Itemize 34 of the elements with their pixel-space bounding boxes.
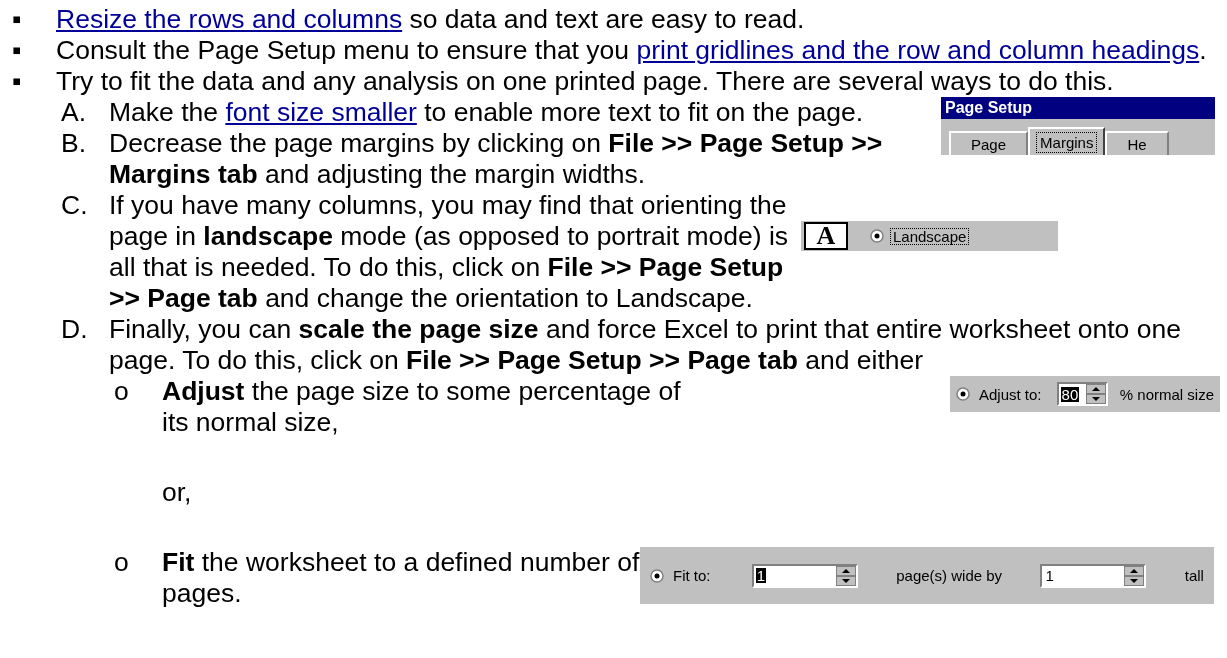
instruction-text: Resize the rows and columns so data and text are easy to read. — [56, 4, 806, 35]
link[interactable]: Resize the rows and columns — [56, 4, 403, 34]
page-orientation-icon: A — [804, 222, 848, 250]
bullet-marker: ▪ — [12, 35, 23, 66]
bullet-marker: ▪ — [12, 4, 23, 35]
option-label: tall — [1184, 568, 1204, 583]
instruction-text: Adjust the page size to some percentage of its normal size, — [162, 376, 682, 438]
dialog-tab[interactable]: He — [1105, 131, 1169, 155]
instruction-text: If you have many columns, you may find that orienting the page in landscape mode (as opposed to portrait mode) is all that is needed. To do this, click on File >> Page Setup >> Page tab and change the orientation to Landscape. — [109, 190, 790, 314]
instruction-text: Make the font size smaller to enable more text to fit on the page. — [109, 97, 865, 128]
radio-option[interactable]: Adjust to: — [956, 385, 1045, 403]
radio-icon — [650, 568, 664, 583]
instruction-text: or, — [162, 477, 193, 508]
link[interactable]: font size smaller — [225, 97, 417, 127]
radio-icon — [956, 387, 970, 401]
instruction-text: Fit the worksheet to a defined number of pages. — [162, 547, 640, 609]
instruction-text: Decrease the page margins by clicking on File >> Page Setup >> Margins tab and adjusting the margin widths. — [109, 128, 884, 190]
dialog-title: Page Setup — [945, 100, 1033, 116]
instruction-text: Consult the Page Setup menu to ensure that you print gridlines and the row and column headings. — [56, 35, 1208, 66]
option-label: page(s) wide by — [896, 568, 1003, 583]
list-label: C. — [61, 190, 89, 221]
link[interactable]: print gridlines and the row and column headings — [636, 35, 1200, 65]
list-label: D. — [61, 314, 89, 345]
bullet-marker: ▪ — [12, 66, 23, 97]
option-label: % normal size — [1119, 386, 1214, 402]
instruction-text: Try to fit the data and any analysis on one printed page. There are several ways to do this. — [56, 66, 1115, 97]
dialog-tab[interactable]: Page — [949, 131, 1029, 155]
bullet-marker: o — [114, 376, 130, 407]
list-label: B. — [61, 128, 88, 159]
radio-option[interactable]: Fit to: — [650, 567, 714, 584]
dialog-tab[interactable]: Margins — [1028, 127, 1106, 155]
bullet-marker: o — [114, 547, 130, 578]
radio-icon — [870, 229, 884, 243]
list-label: A. — [61, 97, 88, 128]
